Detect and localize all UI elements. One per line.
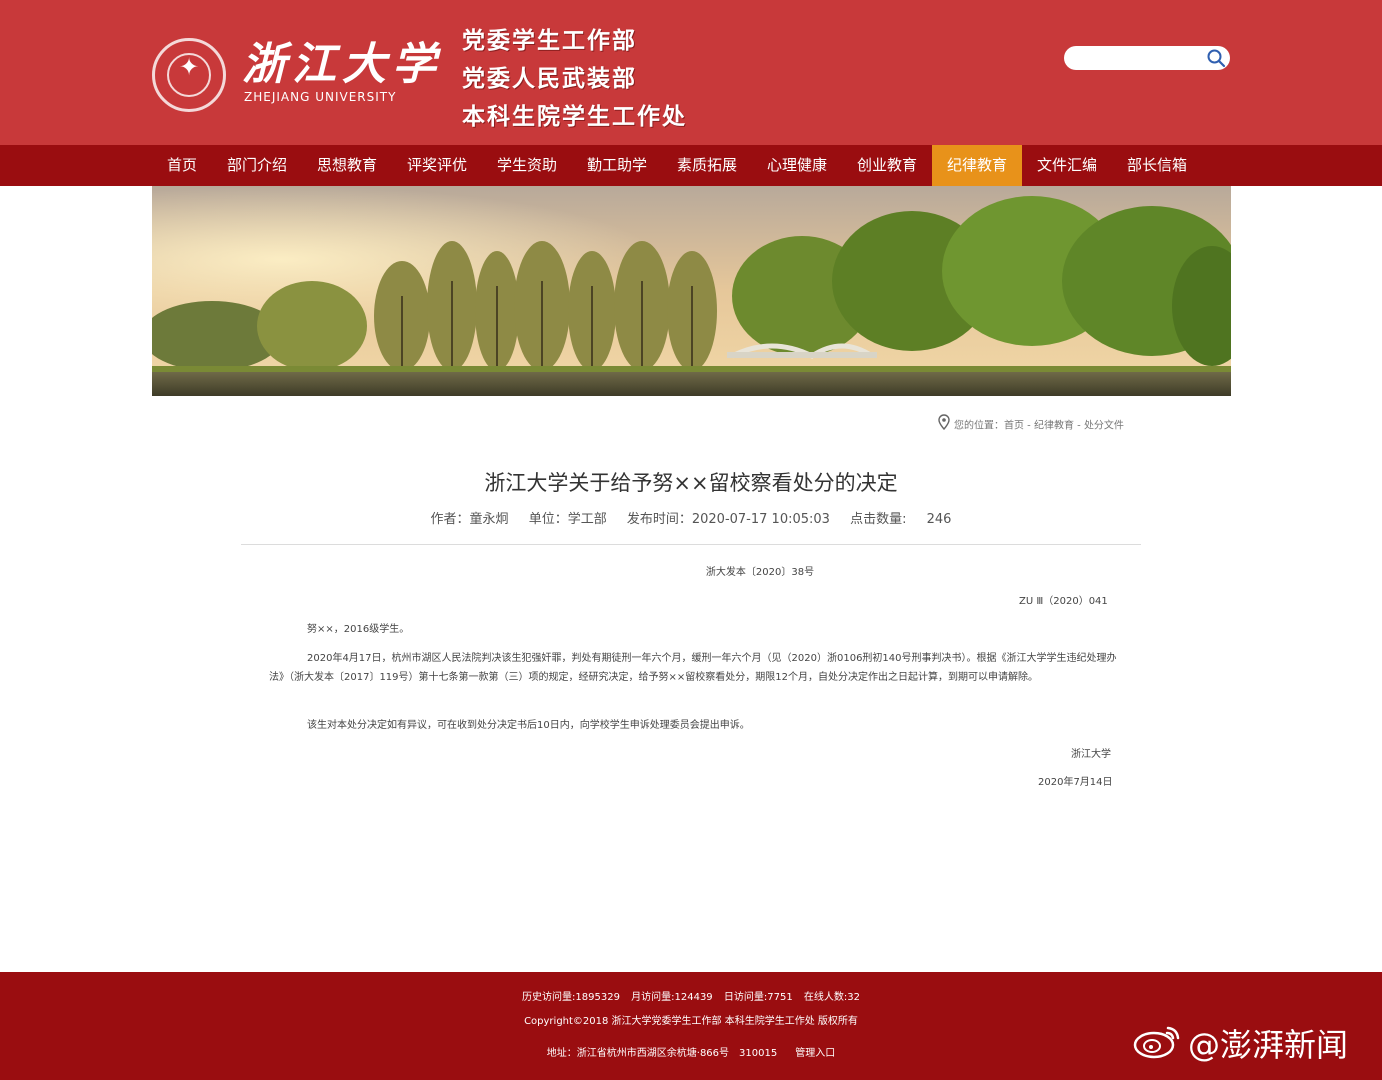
department-name: 党委学生工作部 — [462, 27, 637, 54]
department-name: 党委人民武装部 — [462, 65, 637, 92]
breadcrumb-current-page[interactable]: 处分文件 — [1084, 421, 1124, 432]
article-paragraph: 该生对本处分决定如有异议，可在收到处分决定书后10日内，向学校学生申诉处理委员会… — [307, 720, 750, 731]
university-name-logo[interactable]: 浙江大学 — [242, 40, 442, 90]
watermark-text: @澎湃新闻 — [1188, 1026, 1349, 1064]
breadcrumb: 您的位置：首页 - 纪律教育 - 处分文件 — [938, 414, 1124, 432]
nav-item-mailbox[interactable]: 部长信箱 — [1112, 145, 1202, 186]
nav-item-work-study[interactable]: 勤工助学 — [572, 145, 662, 186]
article-title: 浙江大学关于给予努××留校察看处分的决定 — [484, 471, 898, 495]
nav-item-entrepreneurship[interactable]: 创业教育 — [842, 145, 932, 186]
daily-visits: 日访问量:7751 — [723, 992, 793, 1003]
visit-statistics: 历史访问量:1895329 月访问量:124439 日访问量:7751 在线人数… — [0, 990, 1382, 1006]
total-visits: 历史访问量:1895329 — [522, 992, 620, 1003]
nav-item-awards[interactable]: 评奖评优 — [392, 145, 482, 186]
divider — [241, 544, 1141, 545]
online-users: 在线人数:32 — [803, 992, 860, 1003]
weibo-icon — [1132, 1020, 1182, 1074]
nav-item-department-intro[interactable]: 部门介绍 — [212, 145, 302, 186]
breadcrumb-section-link[interactable]: 纪律教育 — [1034, 421, 1074, 432]
article-click-count: 246 — [926, 512, 952, 527]
university-english-name: ZHEJIANG UNIVERSITY — [244, 90, 397, 104]
breadcrumb-separator: - — [1073, 420, 1084, 432]
department-name: 本科生院学生工作处 — [462, 103, 687, 130]
breadcrumb-separator: - — [1024, 420, 1034, 432]
article-paragraph: 努××，2016级学生。 — [307, 624, 410, 635]
monthly-visits: 月访问量:124439 — [631, 992, 713, 1003]
breadcrumb-home-link[interactable]: 首页 — [1004, 421, 1024, 432]
campus-banner-image — [152, 186, 1231, 396]
location-pin-icon — [938, 414, 950, 437]
article-meta: 作者：童永炯 单位：学工部 发布时间：2020-07-17 10:05:03 点… — [0, 509, 1382, 531]
search-icon[interactable] — [1206, 48, 1226, 68]
signature-organization: 浙江大学 — [1071, 749, 1111, 760]
admin-login-link[interactable]: 管理入口 — [795, 1048, 835, 1059]
article-paragraph: 2020年4月17日，杭州市湖区人民法院判决该生犯强奸罪，判处有期徒刑一年六个月… — [269, 653, 1117, 683]
nav-item-mental-health[interactable]: 心理健康 — [752, 145, 842, 186]
article-author: 作者：童永炯 — [430, 512, 509, 527]
nav-item-home[interactable]: 首页 — [152, 145, 212, 186]
main-navigation: 首页 部门介绍 思想教育 评奖评优 学生资助 勤工助学 素质拓展 心理健康 创业… — [0, 145, 1382, 186]
document-number: 浙大发本〔2020〕38号 — [705, 567, 815, 578]
address-text: 地址：浙江省杭州市西湖区余杭塘·866号 310015 — [546, 1048, 778, 1059]
site-header: ✦ 浙江大学 ZHEJIANG UNIVERSITY 党委学生工作部 党委人民武… — [0, 0, 1382, 145]
nav-item-quality-development[interactable]: 素质拓展 — [662, 145, 752, 186]
nav-item-ideological-education[interactable]: 思想教育 — [302, 145, 392, 186]
document-code: ZU Ⅲ（2020）041 — [1019, 596, 1108, 607]
article-publish-time: 发布时间：2020-07-17 10:05:03 — [626, 512, 830, 527]
breadcrumb-prefix: 您的位置： — [954, 420, 1004, 432]
source-watermark: @澎湃新闻 — [1132, 1020, 1348, 1070]
search-box — [1064, 46, 1230, 70]
article-unit: 单位：学工部 — [528, 512, 607, 527]
nav-item-student-aid[interactable]: 学生资助 — [482, 145, 572, 186]
signature-date: 2020年7月14日 — [1038, 777, 1113, 788]
nav-item-discipline-education[interactable]: 纪律教育 — [932, 145, 1022, 186]
search-input[interactable] — [1072, 49, 1204, 69]
nav-item-documents[interactable]: 文件汇编 — [1022, 145, 1112, 186]
article-click-count-label: 点击数量: — [850, 512, 907, 527]
university-emblem-logo[interactable]: ✦ — [152, 38, 226, 112]
